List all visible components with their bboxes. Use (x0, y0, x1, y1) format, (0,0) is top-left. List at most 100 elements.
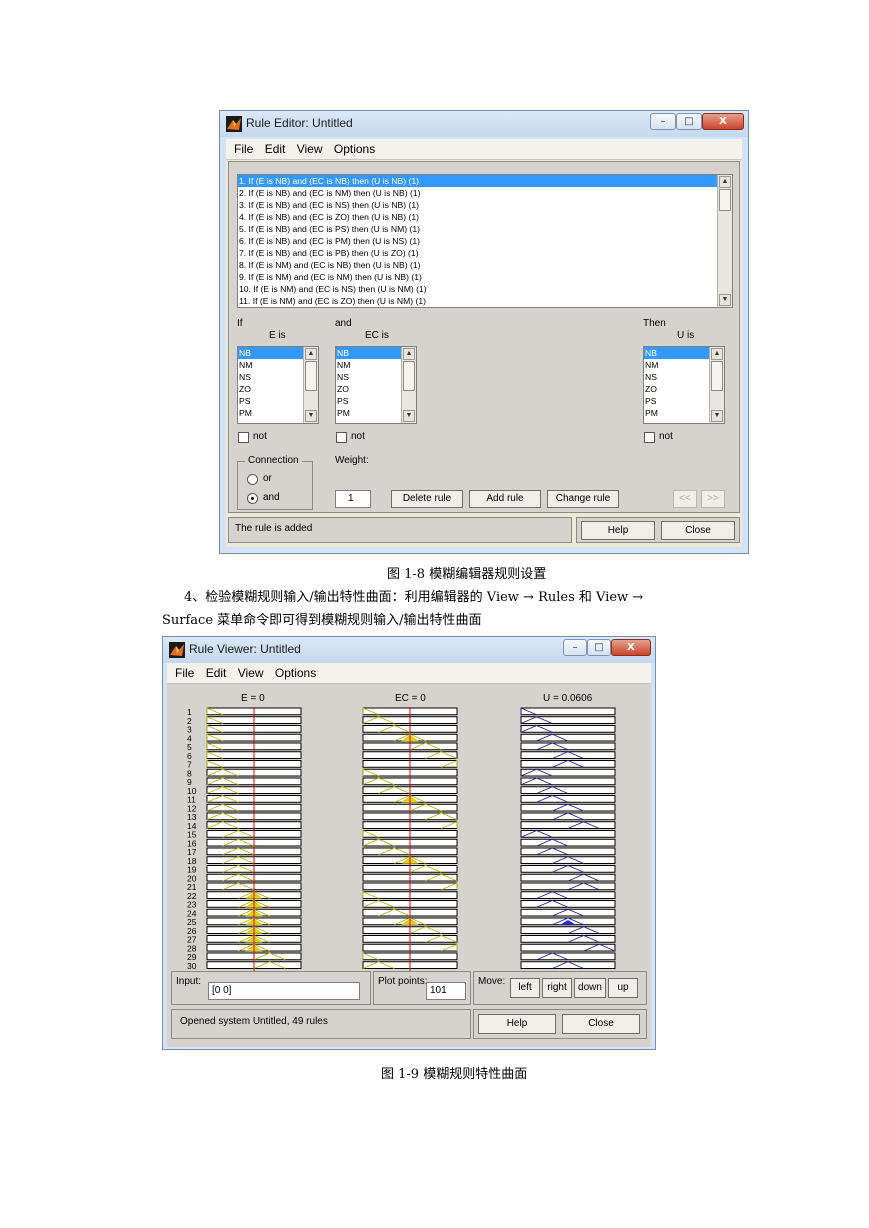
help-close-panel: Help Close (576, 517, 740, 543)
menu-edit[interactable]: Edit (206, 666, 227, 680)
scroll-thumb[interactable] (711, 361, 723, 391)
rule-item[interactable]: 7. If (E is NB) and (EC is PB) then (U i… (238, 247, 732, 259)
menu-file[interactable]: File (234, 142, 253, 156)
rule-editor-panel: 1. If (E is NB) and (EC is NB) then (U i… (228, 161, 740, 513)
figure-caption-1-9: 图 1-9 模糊规则特性曲面 (381, 1067, 528, 1082)
or-label: or (263, 473, 272, 484)
rule-plot-area[interactable]: 1234567891011121314151617181920212223242… (167, 707, 651, 971)
help-button[interactable]: Help (478, 1014, 556, 1034)
rule-editor-window: Rule Editor: Untitled – □ X File Edit Vi… (219, 110, 749, 554)
scroll-thumb[interactable] (403, 361, 415, 391)
e-terms-list[interactable]: NB NM NS ZO PS PM ▲ ▼ (237, 346, 319, 424)
input-panel: Input: [0 0] (171, 971, 371, 1005)
next-button[interactable]: >> (701, 490, 725, 508)
e-not-checkbox[interactable] (238, 432, 249, 443)
scroll-up-arrow-icon[interactable]: ▲ (711, 348, 723, 360)
minimize-button[interactable]: – (563, 639, 587, 656)
ec-not-checkbox[interactable] (336, 432, 347, 443)
weight-input[interactable]: 1 (335, 490, 371, 508)
ec-scrollbar[interactable]: ▲ ▼ (401, 347, 416, 423)
rule-item[interactable]: 4. If (E is NB) and (EC is ZO) then (U i… (238, 211, 732, 223)
paragraph-line-1: 4、检验模糊规则输入/输出特性曲面：利用编辑器的 View → Rules 和 … (184, 590, 644, 605)
mf-strip (520, 760, 616, 768)
menu-view[interactable]: View (238, 666, 264, 680)
menu-view[interactable]: View (297, 142, 323, 156)
and-radio[interactable] (247, 493, 258, 504)
scroll-thumb[interactable] (719, 189, 731, 211)
menu-options[interactable]: Options (275, 666, 316, 680)
mf-strip (520, 856, 616, 864)
help-button[interactable]: Help (581, 521, 655, 540)
rule-item[interactable]: 9. If (E is NM) and (EC is NM) then (U i… (238, 271, 732, 283)
input-field[interactable]: [0 0] (208, 982, 360, 1000)
mf-strip (520, 751, 616, 759)
menu-edit[interactable]: Edit (265, 142, 286, 156)
u-value-label: U = 0.0606 (543, 693, 593, 704)
rule-viewer-titlebar[interactable]: Rule Viewer: Untitled – □ X (163, 637, 655, 663)
rule-item[interactable]: 8. If (E is NM) and (EC is NB) then (U i… (238, 259, 732, 271)
menu-file[interactable]: File (175, 666, 194, 680)
scroll-up-arrow-icon[interactable]: ▲ (719, 176, 731, 188)
move-left-button[interactable]: left (510, 978, 540, 998)
help-close-panel: Help Close (473, 1009, 647, 1039)
rule-item[interactable]: 5. If (E is NB) and (EC is PS) then (U i… (238, 223, 732, 235)
rule-editor-titlebar[interactable]: Rule Editor: Untitled – □ X (220, 111, 748, 137)
close-button[interactable]: Close (562, 1014, 640, 1034)
mf-strip (520, 908, 616, 917)
mf-strip (520, 803, 616, 812)
close-window-button[interactable]: X (611, 639, 651, 656)
add-rule-button[interactable]: Add rule (469, 490, 541, 508)
move-up-button[interactable]: up (608, 978, 638, 998)
rule-item[interactable]: 11. If (E is NM) and (EC is ZO) then (U … (238, 295, 732, 307)
rule-viewer-client: File Edit View Options E = 0 EC = 0 U = … (167, 663, 651, 1047)
plot-points-field[interactable]: 101 (426, 982, 466, 1000)
mf-strip (520, 795, 616, 803)
or-radio[interactable] (247, 474, 258, 485)
scroll-down-arrow-icon[interactable]: ▼ (711, 410, 723, 422)
u-not-checkbox[interactable] (644, 432, 655, 443)
matlab-logo-icon (226, 116, 242, 132)
rule-item[interactable]: 2. If (E is NB) and (EC is NM) then (U i… (238, 187, 732, 199)
previous-button[interactable]: << (673, 490, 697, 508)
rule-item[interactable]: 6. If (E is NB) and (EC is PM) then (U i… (238, 235, 732, 247)
rule-item[interactable]: 10. If (E is NM) and (EC is NS) then (U … (238, 283, 732, 295)
scroll-down-arrow-icon[interactable]: ▼ (305, 410, 317, 422)
minimize-button[interactable]: – (650, 113, 676, 130)
delete-rule-button[interactable]: Delete rule (391, 490, 463, 508)
mf-strip (520, 900, 616, 908)
change-rule-button[interactable]: Change rule (547, 490, 619, 508)
close-button[interactable]: Close (661, 521, 735, 540)
ec-terms-list[interactable]: NB NM NS ZO PS PM ▲ ▼ (335, 346, 417, 424)
scroll-up-arrow-icon[interactable]: ▲ (305, 348, 317, 360)
matlab-logo-icon (169, 642, 185, 658)
mf-strip (520, 926, 616, 934)
rules-scrollbar[interactable]: ▲ ▼ (717, 175, 732, 307)
mf-strip (520, 935, 616, 943)
maximize-button[interactable]: □ (587, 639, 611, 656)
scroll-thumb[interactable] (305, 361, 317, 391)
u-terms-list[interactable]: NB NM NS ZO PS PM ▲ ▼ (643, 346, 725, 424)
mf-strip (520, 891, 616, 899)
e-not-label: not (253, 431, 267, 442)
scroll-down-arrow-icon[interactable]: ▼ (719, 294, 731, 306)
menu-options[interactable]: Options (334, 142, 375, 156)
mf-strip (520, 821, 616, 829)
scroll-down-arrow-icon[interactable]: ▼ (403, 410, 415, 422)
mf-strip (520, 786, 616, 794)
mf-strip (520, 873, 616, 882)
paragraph-line-2: Surface 菜单命令即可得到模糊规则输入/输出特性曲面 (162, 613, 482, 628)
figure-caption-1-8: 图 1-8 模糊编辑器规则设置 (387, 567, 547, 582)
close-window-button[interactable]: X (702, 113, 744, 130)
rule-item[interactable]: 1. If (E is NB) and (EC is NB) then (U i… (238, 175, 732, 187)
scroll-up-arrow-icon[interactable]: ▲ (403, 348, 415, 360)
status-text: The rule is added (235, 523, 313, 534)
ec-is-label: EC is (365, 330, 389, 341)
move-down-button[interactable]: down (574, 978, 606, 998)
move-right-button[interactable]: right (542, 978, 572, 998)
mf-strip (520, 961, 616, 969)
e-scrollbar[interactable]: ▲ ▼ (303, 347, 318, 423)
maximize-button[interactable]: □ (676, 113, 702, 130)
rule-item[interactable]: 3. If (E is NB) and (EC is NS) then (U i… (238, 199, 732, 211)
rules-list[interactable]: 1. If (E is NB) and (EC is NB) then (U i… (237, 174, 733, 308)
u-scrollbar[interactable]: ▲ ▼ (709, 347, 724, 423)
